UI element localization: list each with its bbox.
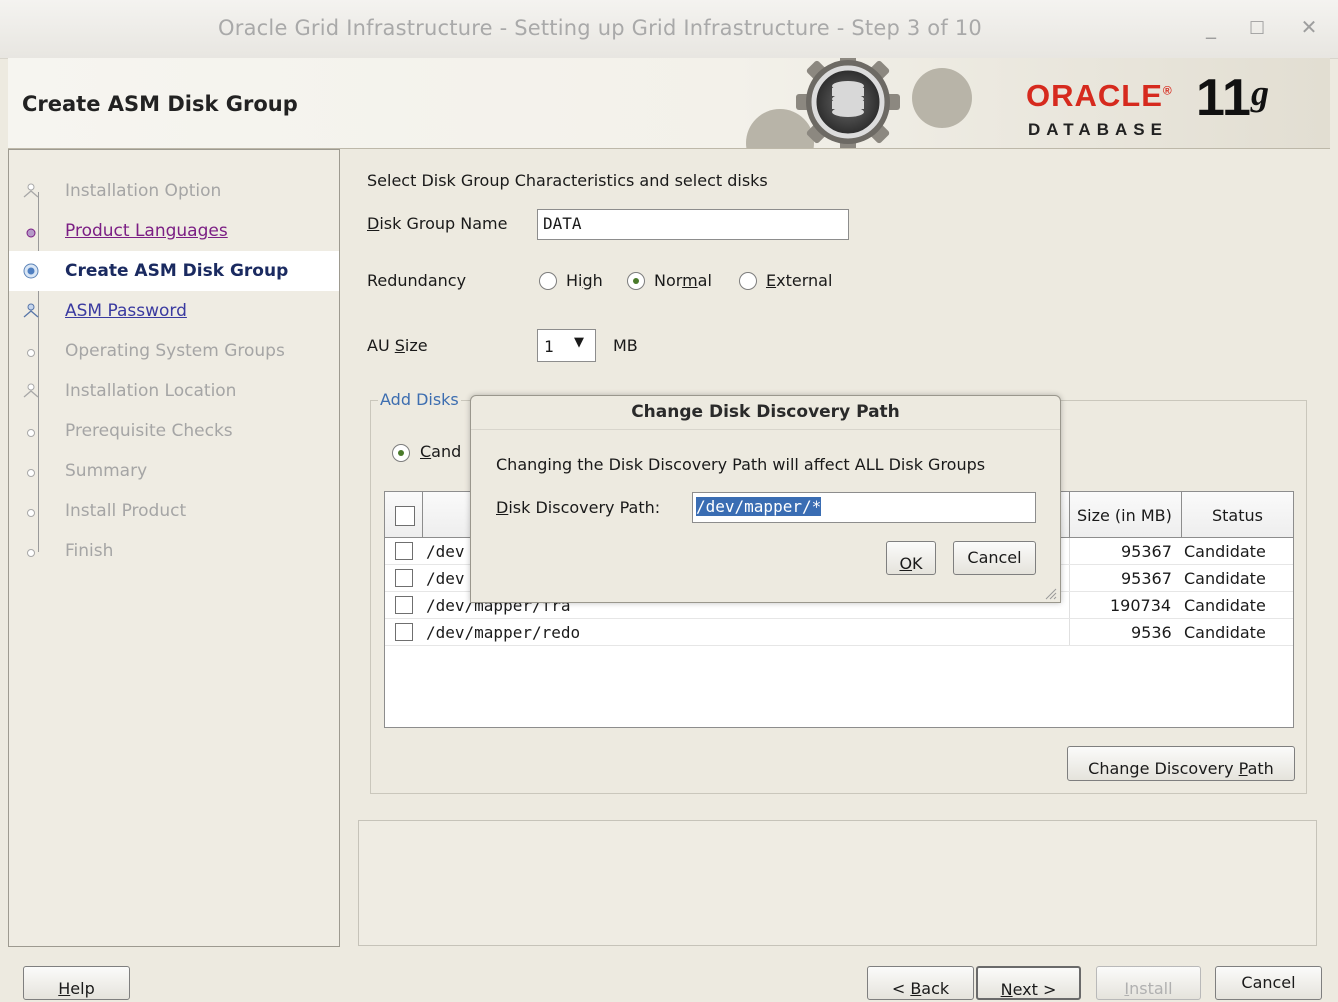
- disk-path: /dev: [426, 542, 465, 561]
- disk-status: Candidate: [1184, 596, 1266, 615]
- redundancy-external-radio[interactable]: [739, 272, 757, 290]
- oracle-wordmark: ORACLE®: [1026, 78, 1173, 113]
- change-discovery-path-button[interactable]: Change Discovery Path: [1067, 746, 1295, 781]
- dialog-title: Change Disk Discovery Path: [631, 402, 900, 422]
- au-size-value: 1: [544, 337, 554, 356]
- nav-item-label[interactable]: ASM Password: [65, 301, 187, 321]
- table-header-status[interactable]: Status: [1182, 492, 1293, 538]
- step-figure-icon: [23, 383, 39, 398]
- window-title: Oracle Grid Infrastructure - Setting up …: [218, 16, 982, 40]
- nav-item-label: Install Product: [65, 501, 187, 521]
- redundancy-high-label[interactable]: High: [566, 271, 603, 290]
- dialog-message: Changing the Disk Discovery Path will af…: [496, 455, 986, 474]
- redundancy-external-label[interactable]: External: [766, 271, 832, 290]
- message-pane: [358, 820, 1317, 946]
- nav-item-install-product: Install Product: [9, 491, 339, 531]
- step-dot-icon: [26, 228, 36, 238]
- discovery-path-label: Disk Discovery Path:: [496, 498, 661, 517]
- gear-database-icon: [746, 58, 972, 148]
- row-checkbox[interactable]: [395, 623, 413, 641]
- nav-item-label: Summary: [65, 461, 148, 481]
- close-button[interactable]: ✕: [1296, 14, 1322, 40]
- disk-size: 95367: [1121, 542, 1172, 561]
- step-current-icon: [23, 263, 39, 279]
- disk-path: /dev/mapper/redo: [426, 623, 581, 642]
- version-badge: 11g: [1196, 69, 1269, 127]
- disk-size: 190734: [1110, 596, 1172, 615]
- step-dot-icon: [27, 549, 35, 557]
- row-checkbox[interactable]: [395, 542, 413, 560]
- page-title: Create ASM Disk Group: [22, 92, 298, 116]
- step-dot-icon: [27, 509, 35, 517]
- nav-item-label: Installation Location: [65, 381, 237, 401]
- table-header-select: [385, 492, 423, 538]
- resize-grip-icon[interactable]: [1043, 586, 1057, 600]
- nav-item-label: Installation Option: [65, 181, 222, 201]
- nav-item-asm-password[interactable]: ASM Password: [9, 291, 339, 331]
- redundancy-label: Redundancy: [367, 271, 467, 290]
- redundancy-normal-radio[interactable]: [627, 272, 645, 290]
- change-discovery-path-dialog: Change Disk Discovery Path Changing the …: [470, 395, 1061, 603]
- chevron-down-icon: ▼: [574, 335, 584, 350]
- cancel-button[interactable]: Cancel: [1215, 966, 1322, 1000]
- disk-group-name-input[interactable]: DATA: [537, 209, 849, 240]
- oracle-logo: ORACLE® DATABASE: [1026, 78, 1186, 148]
- redundancy-high-radio[interactable]: [539, 272, 557, 290]
- add-disks-legend: Add Disks: [378, 390, 461, 409]
- au-size-label: AU Size: [367, 336, 428, 355]
- database-wordmark: DATABASE: [1028, 120, 1168, 139]
- dialog-divider: [471, 429, 1060, 430]
- nav-item-label: Create ASM Disk Group: [65, 261, 289, 281]
- nav-item-label[interactable]: Product Languages: [65, 221, 228, 241]
- disk-size: 95367: [1121, 569, 1172, 588]
- step-dot-icon: [27, 349, 35, 357]
- disk-status: Candidate: [1184, 623, 1266, 642]
- nav-item-operating-system-groups: Operating System Groups: [9, 331, 339, 371]
- help-button[interactable]: Help: [23, 966, 130, 1000]
- step-figure-icon: [23, 183, 39, 198]
- step-dot-icon: [27, 469, 35, 477]
- redundancy-normal-label[interactable]: Normal: [654, 271, 712, 290]
- header-banner: Create ASM Disk Group ORACLE® DATABASE 1…: [8, 58, 1330, 149]
- candidate-disks-radio[interactable]: [392, 444, 410, 462]
- disk-status: Candidate: [1184, 569, 1266, 588]
- table-row[interactable]: /dev/mapper/redo 9536 Candidate: [385, 619, 1293, 646]
- step-dot-icon: [27, 429, 35, 437]
- window-title-bar: Oracle Grid Infrastructure - Setting up …: [0, 0, 1338, 59]
- step-figure-icon: [23, 303, 39, 318]
- nav-item-finish: Finish: [9, 531, 339, 571]
- nav-item-installation-option: Installation Option: [9, 171, 339, 211]
- disk-size: 9536: [1131, 623, 1172, 642]
- dialog-cancel-button[interactable]: Cancel: [953, 541, 1036, 575]
- nav-item-label: Finish: [65, 541, 114, 561]
- row-checkbox[interactable]: [395, 569, 413, 587]
- nav-item-product-languages[interactable]: Product Languages: [9, 211, 339, 251]
- install-button: Install: [1096, 966, 1201, 1000]
- disk-status: Candidate: [1184, 542, 1266, 561]
- nav-item-installation-location: Installation Location: [9, 371, 339, 411]
- nav-item-label: Operating System Groups: [65, 341, 285, 361]
- next-button[interactable]: Next >: [976, 966, 1081, 1000]
- back-button[interactable]: < Back: [867, 966, 974, 1000]
- maximize-button[interactable]: □: [1244, 14, 1270, 40]
- section-heading: Select Disk Group Characteristics and se…: [367, 171, 768, 190]
- candidate-disks-label[interactable]: Cand: [420, 442, 461, 461]
- disk-group-name-label: Disk Group Name: [367, 214, 508, 233]
- nav-item-summary: Summary: [9, 451, 339, 491]
- discovery-path-value: /dev/mapper/*: [696, 497, 822, 516]
- nav-item-prerequisite-checks: Prerequisite Checks: [9, 411, 339, 451]
- row-checkbox[interactable]: [395, 596, 413, 614]
- select-all-checkbox[interactable]: [395, 506, 415, 526]
- nav-item-label: Prerequisite Checks: [65, 421, 233, 441]
- step-navigation: Installation Option Product Languages Cr…: [8, 149, 340, 947]
- au-size-dropdown[interactable]: 1 ▼: [537, 329, 596, 362]
- discovery-path-input[interactable]: /dev/mapper/*: [692, 492, 1036, 523]
- nav-item-create-asm-disk-group[interactable]: Create ASM Disk Group: [9, 251, 339, 291]
- table-header-size[interactable]: Size (in MB): [1070, 492, 1182, 538]
- disk-path: /dev: [426, 569, 465, 588]
- minimize-button[interactable]: _: [1198, 14, 1224, 40]
- dialog-ok-button[interactable]: OK: [886, 541, 936, 575]
- au-size-unit: MB: [613, 336, 638, 355]
